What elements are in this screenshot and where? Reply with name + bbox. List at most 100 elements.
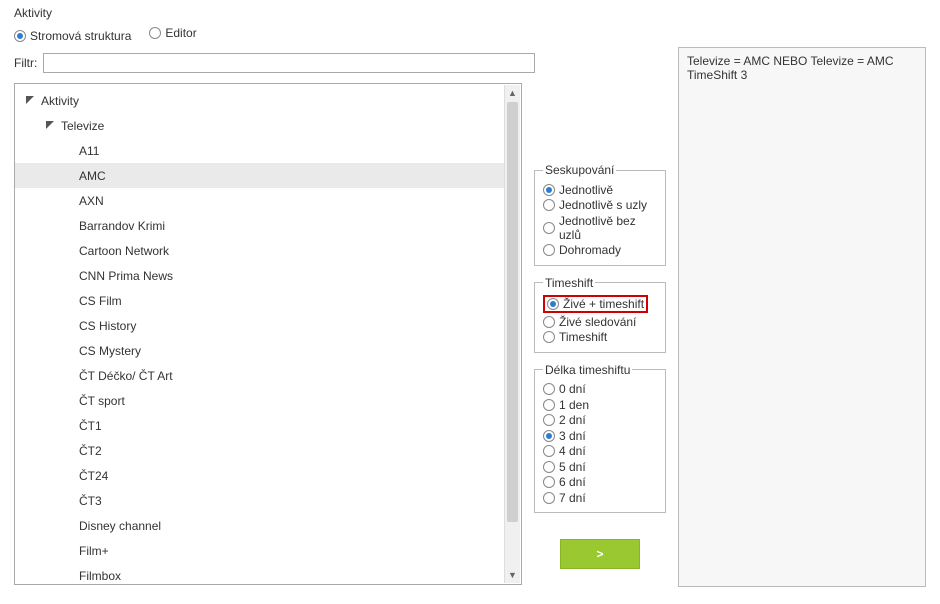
- expander-icon[interactable]: [45, 120, 57, 132]
- timeshift-option-label: Živé sledování: [559, 315, 636, 329]
- grouping-option[interactable]: Jednotlivě: [543, 183, 657, 197]
- grouping-option[interactable]: Dohromady: [543, 243, 657, 257]
- timeshift-option[interactable]: Timeshift: [543, 330, 657, 344]
- tree-channel-label: ČT3: [79, 494, 102, 508]
- grouping-option-label: Dohromady: [559, 243, 621, 257]
- length-option[interactable]: 2 dní: [543, 413, 657, 427]
- length-option[interactable]: 0 dní: [543, 382, 657, 396]
- tree-channel-item[interactable]: Cartoon Network: [15, 238, 521, 263]
- tree-channel-item[interactable]: ČT24: [15, 463, 521, 488]
- radio-icon[interactable]: [547, 298, 559, 310]
- tree-channel-label: CS Film: [79, 294, 122, 308]
- length-option[interactable]: 6 dní: [543, 475, 657, 489]
- length-option-label: 6 dní: [559, 475, 586, 489]
- view-mode-label: Editor: [165, 26, 196, 40]
- expression-panel: Televize = AMC NEBO Televize = AMC TimeS…: [678, 47, 926, 587]
- radio-icon[interactable]: [543, 445, 555, 457]
- timeshift-fieldset: Timeshift Živé + timeshift Živé sledování…: [534, 276, 666, 353]
- radio-icon[interactable]: [543, 316, 555, 328]
- tree-scrollbar[interactable]: ▲ ▼: [504, 85, 520, 583]
- length-option[interactable]: 4 dní: [543, 444, 657, 458]
- length-option-label: 2 dní: [559, 413, 586, 427]
- tree-channel-item[interactable]: CS History: [15, 313, 521, 338]
- tree-channel-item[interactable]: ČT1: [15, 413, 521, 438]
- timeshift-option-label: Timeshift: [559, 330, 607, 344]
- tree-channel-item[interactable]: A11: [15, 138, 521, 163]
- tree-channel-label: ČT sport: [79, 394, 125, 408]
- radio-icon[interactable]: [543, 476, 555, 488]
- timeshift-option[interactable]: Živé + timeshift: [543, 295, 657, 313]
- grouping-option[interactable]: Jednotlivě s uzly: [543, 198, 657, 212]
- radio-icon[interactable]: [149, 27, 161, 39]
- view-mode-label: Stromová struktura: [30, 29, 131, 43]
- tree-channel-item[interactable]: ČT3: [15, 488, 521, 513]
- tree-node-label: Televize: [61, 119, 104, 133]
- radio-icon[interactable]: [543, 184, 555, 196]
- tree-channel-label: ČT2: [79, 444, 102, 458]
- radio-icon[interactable]: [543, 414, 555, 426]
- scroll-up-icon[interactable]: ▲: [505, 85, 520, 101]
- tree-node-televize[interactable]: Televize: [15, 113, 521, 138]
- length-option-label: 5 dní: [559, 460, 586, 474]
- tree-channel-item[interactable]: AXN: [15, 188, 521, 213]
- expander-icon[interactable]: [25, 95, 37, 107]
- tree-channel-item[interactable]: Barrandov Krimi: [15, 213, 521, 238]
- radio-icon[interactable]: [543, 383, 555, 395]
- grouping-fieldset: Seskupování JednotlivěJednotlivě s uzly J…: [534, 163, 666, 266]
- tree-root-label: Aktivity: [41, 94, 79, 108]
- radio-icon[interactable]: [543, 399, 555, 411]
- go-button[interactable]: >: [560, 539, 640, 569]
- tree-channel-item[interactable]: Disney channel: [15, 513, 521, 538]
- tree-channel-label: A11: [79, 144, 99, 158]
- scroll-thumb[interactable]: [507, 102, 518, 522]
- radio-icon[interactable]: [14, 30, 26, 42]
- tree-channel-item[interactable]: Filmbox: [15, 563, 521, 585]
- tree-channel-item[interactable]: ČT Déčko/ ČT Art: [15, 363, 521, 388]
- radio-icon[interactable]: [543, 222, 555, 234]
- tree-channel-label: CS Mystery: [79, 344, 141, 358]
- radio-icon[interactable]: [543, 331, 555, 343]
- length-legend: Délka timeshiftu: [543, 363, 632, 377]
- view-mode-option[interactable]: Editor: [149, 26, 196, 40]
- tree-channel-label: ČT1: [79, 419, 102, 433]
- tree-channel-label: ČT Déčko/ ČT Art: [79, 369, 173, 383]
- length-option[interactable]: 3 dní: [543, 429, 657, 443]
- radio-icon[interactable]: [543, 244, 555, 256]
- tree-channel-item[interactable]: Film+: [15, 538, 521, 563]
- length-option[interactable]: 1 den: [543, 398, 657, 412]
- length-option-label: 7 dní: [559, 491, 586, 505]
- tree-channel-label: Film+: [79, 544, 109, 558]
- tree-channel-item[interactable]: CS Mystery: [15, 338, 521, 363]
- view-mode-option[interactable]: Stromová struktura: [14, 29, 131, 43]
- length-option-label: 4 dní: [559, 444, 586, 458]
- view-mode-radios: Stromová struktura Editor: [14, 26, 926, 43]
- length-fieldset: Délka timeshiftu 0 dní 1 den2 dní 3 dní4 d…: [534, 363, 666, 514]
- tree-channel-item[interactable]: ČT sport: [15, 388, 521, 413]
- tree-root[interactable]: Aktivity: [15, 88, 521, 113]
- radio-icon[interactable]: [543, 492, 555, 504]
- tree-channel-label: AXN: [79, 194, 104, 208]
- page-title: Aktivity: [14, 6, 926, 20]
- expression-text: Televize = AMC NEBO Televize = AMC TimeS…: [687, 54, 894, 82]
- tree-channel-item[interactable]: ČT2: [15, 438, 521, 463]
- radio-icon[interactable]: [543, 199, 555, 211]
- tree-channel-label: CS History: [79, 319, 136, 333]
- tree-channel-label: Disney channel: [79, 519, 161, 533]
- tree-channel-label: ČT24: [79, 469, 108, 483]
- radio-icon[interactable]: [543, 461, 555, 473]
- filter-input[interactable]: [43, 53, 535, 73]
- tree-channel-label: Filmbox: [79, 569, 121, 583]
- tree-channel-item[interactable]: AMC: [15, 163, 504, 188]
- tree-channel-item[interactable]: CNN Prima News: [15, 263, 521, 288]
- tree-channel-label: Barrandov Krimi: [79, 219, 165, 233]
- length-option[interactable]: 7 dní: [543, 491, 657, 505]
- radio-icon[interactable]: [543, 430, 555, 442]
- tree-panel: Aktivity Televize A11 AMC AXN Barrandov Krimi…: [14, 83, 522, 585]
- tree-channel-item[interactable]: CS Film: [15, 288, 521, 313]
- timeshift-option[interactable]: Živé sledování: [543, 315, 657, 329]
- scroll-down-icon[interactable]: ▼: [505, 567, 520, 583]
- grouping-option[interactable]: Jednotlivě bez uzlů: [543, 214, 657, 242]
- length-option[interactable]: 5 dní: [543, 460, 657, 474]
- length-option-label: 1 den: [559, 398, 589, 412]
- grouping-legend: Seskupování: [543, 163, 616, 177]
